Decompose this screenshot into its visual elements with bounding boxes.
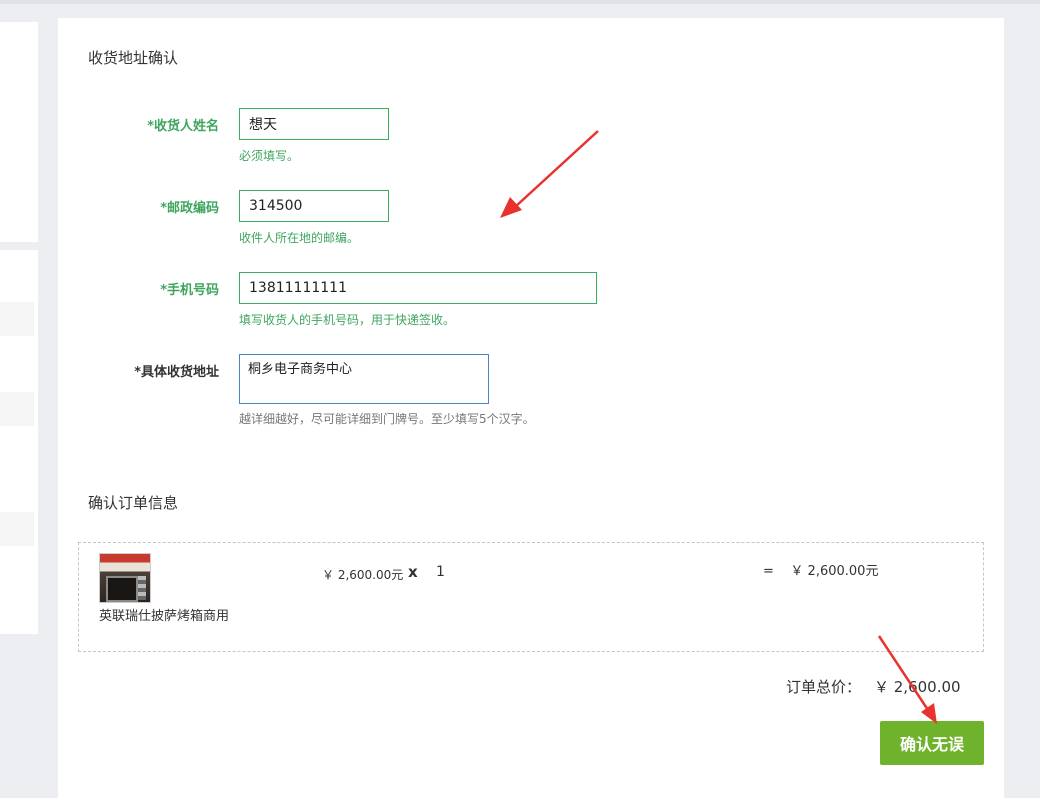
unit-price: ￥ 2,600.00元 — [322, 568, 404, 582]
phone-label: *手机号码 — [160, 283, 219, 298]
address-section-title: 收货地址确认 — [88, 49, 179, 67]
sidebar-row[interactable] — [0, 302, 34, 336]
sidebar-row[interactable] — [0, 392, 34, 426]
order-section-title: 确认订单信息 — [88, 494, 179, 512]
product-name[interactable]: 英联瑞仕披萨烤箱商用 — [99, 605, 229, 624]
recipient-name-input[interactable] — [239, 108, 389, 140]
subtotal: = ￥ 2,600.00元 — [763, 564, 879, 579]
postcode-hint: 收件人所在地的邮编。 — [239, 231, 360, 245]
order-total-value: ￥ 2,600.00 — [874, 678, 961, 696]
address-hint: 越详细越好，尽可能详细到门牌号。至少填写5个汉字。 — [239, 412, 535, 426]
phone-input[interactable] — [239, 272, 597, 304]
address-textarea[interactable]: 桐乡电子商务中心 — [239, 354, 489, 404]
top-border — [0, 0, 1040, 4]
checkout-panel: 收货地址确认 *收货人姓名 必须填写。 *邮政编码 收件人所在地的邮编。 *手机… — [58, 18, 1004, 798]
phone-hint: 填写收货人的手机号码，用于快递签收。 — [239, 313, 456, 327]
oven-knobs-graphic — [138, 576, 146, 600]
product-thumbnail[interactable] — [99, 553, 151, 603]
quantity: 1 — [436, 564, 445, 580]
address-label: *具体收货地址 — [134, 365, 219, 380]
order-total-label: 订单总价： — [786, 678, 862, 696]
sidebar-row[interactable] — [0, 512, 34, 546]
multiply-sign: x — [408, 563, 418, 581]
left-sidebar-panel — [0, 22, 38, 242]
postcode-input[interactable] — [239, 190, 389, 222]
left-sidebar-panel-lower — [0, 250, 38, 634]
oven-door-graphic — [106, 576, 138, 602]
recipient-name-hint: 必须填写。 — [239, 149, 300, 163]
postcode-label: *邮政编码 — [160, 201, 219, 216]
recipient-name-label: *收货人姓名 — [147, 119, 219, 134]
confirm-order-button[interactable]: 确认无误 — [880, 721, 984, 765]
order-item-row: 英联瑞仕披萨烤箱商用 ￥ 2,600.00元 x 1 = ￥ 2,600.00元 — [78, 542, 984, 652]
